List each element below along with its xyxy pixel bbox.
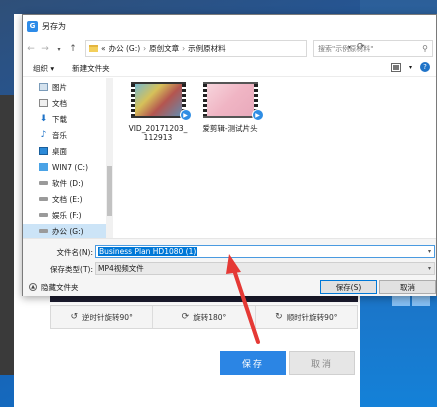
- dialog-titlebar[interactable]: G 另存为: [23, 15, 436, 37]
- search-icon: ⚲: [422, 44, 428, 53]
- forward-arrow-icon[interactable]: →: [39, 44, 51, 54]
- desktop-icon: [39, 147, 48, 155]
- address-bar: ← → ▾ ↑ « 办公 (G:) › 原创文章 › 示例原材料 ▾ ⟳ 搜索"…: [23, 38, 436, 60]
- rotate-toolbar: ↺ 逆时针旋转90° ⟳ 旋转180° ↻ 顺时针旋转90°: [50, 305, 358, 329]
- change-view-icon[interactable]: [390, 62, 401, 72]
- filetype-row: 保存类型(T): MP4视频文件 ▾: [23, 262, 435, 276]
- nav-item-drive-c[interactable]: WIN7 (C:): [23, 160, 111, 174]
- nav-item-label: 办公 (G:): [52, 226, 84, 236]
- chevron-down-icon[interactable]: ▾: [428, 248, 431, 255]
- drive-icon: [39, 213, 48, 217]
- pictures-icon: [39, 83, 48, 91]
- navigation-pane: 图片 文档 ⬇ 下载 ♪ 音乐 桌面 WIN7 (C:) 软件 (D:) 文档 …: [23, 78, 113, 238]
- file-item[interactable]: ▶ 爱剪辑-测试片头: [195, 82, 265, 133]
- nav-item-documents[interactable]: 文档: [23, 96, 111, 110]
- chevron-down-icon[interactable]: ▾: [428, 265, 431, 272]
- nav-item-label: WIN7 (C:): [52, 162, 89, 172]
- nav-item-label: 图片: [52, 82, 67, 92]
- video-thumbnail: ▶: [130, 82, 192, 121]
- background-window-edge: [0, 95, 14, 375]
- filetype-value: MP4视频文件: [98, 264, 144, 273]
- save-as-dialog: G 另存为 ← → ▾ ↑ « 办公 (G:) › 原创文章 › 示例原材料 ▾…: [22, 14, 437, 296]
- drive-icon: [39, 197, 48, 201]
- hide-folders-label: 隐藏文件夹: [41, 282, 79, 292]
- rotate-cw-button[interactable]: ↻ 顺时针旋转90°: [256, 306, 357, 328]
- rotate-cw-icon: ↻: [275, 312, 283, 322]
- search-placeholder: 搜索"示例原材料": [318, 44, 374, 53]
- rotate-180-label: 旋转180°: [193, 312, 227, 322]
- nav-scrollbar[interactable]: [106, 78, 113, 238]
- dialog-title: 另存为: [42, 21, 66, 31]
- breadcrumb-item-materials[interactable]: 示例原材料: [188, 43, 226, 54]
- rotate-ccw-icon: ↺: [70, 312, 79, 322]
- new-folder-button[interactable]: 新建文件夹: [72, 63, 110, 74]
- video-badge-icon: ▶: [179, 109, 192, 121]
- folder-icon: [89, 45, 98, 52]
- view-dropdown-icon[interactable]: ▾: [409, 64, 412, 71]
- nav-item-label: 下载: [52, 114, 67, 124]
- rotate-ccw-button[interactable]: ↺ 逆时针旋转90°: [51, 306, 154, 328]
- nav-item-drive-e[interactable]: 文档 (E:): [23, 192, 111, 206]
- nav-item-label: 娱乐 (F:): [52, 210, 82, 220]
- filename-value: Business Plan HD1080 (1): [98, 247, 198, 256]
- export-save-button[interactable]: 保存: [220, 351, 286, 375]
- filename-row: 文件名(N): Business Plan HD1080 (1) ▾: [23, 245, 435, 259]
- nav-item-label: 音乐: [52, 130, 67, 140]
- nav-item-downloads[interactable]: ⬇ 下载: [23, 112, 111, 126]
- breadcrumb-item-drive[interactable]: 办公 (G:): [109, 43, 141, 54]
- rotate-180-button[interactable]: ⟳ 旋转180°: [153, 306, 256, 328]
- rotate-ccw-label: 逆时针旋转90°: [82, 312, 133, 322]
- recent-dropdown-icon[interactable]: ▾: [53, 46, 65, 53]
- nav-item-drive-g[interactable]: 办公 (G:): [23, 224, 111, 238]
- drive-icon: [39, 229, 48, 233]
- dialog-toolbar: 组织 ▾ 新建文件夹 ▾ ?: [23, 60, 436, 77]
- video-thumbnail: ▶: [202, 82, 264, 121]
- save-form: 文件名(N): Business Plan HD1080 (1) ▾ 保存类型(…: [23, 238, 436, 278]
- drive-icon: [39, 181, 48, 185]
- hide-folders-toggle[interactable]: ▲ 隐藏文件夹: [29, 282, 79, 293]
- nav-item-music[interactable]: ♪ 音乐: [23, 128, 111, 142]
- filetype-select[interactable]: MP4视频文件 ▾: [95, 262, 435, 275]
- nav-item-label: 桌面: [52, 146, 67, 156]
- nav-scrollbar-thumb[interactable]: [107, 166, 112, 216]
- music-icon: ♪: [40, 130, 47, 140]
- rotate-cw-label: 顺时针旋转90°: [286, 312, 338, 322]
- nav-item-drive-f[interactable]: 娱乐 (F:): [23, 208, 111, 222]
- help-icon[interactable]: ?: [420, 62, 430, 72]
- rotate-180-icon: ⟳: [181, 312, 190, 322]
- organize-menu-button[interactable]: 组织 ▾: [33, 63, 54, 74]
- nav-item-label: 文档: [52, 98, 67, 108]
- app-icon: G: [27, 20, 38, 32]
- save-button[interactable]: 保存(S): [320, 280, 377, 294]
- nav-item-drive-d[interactable]: 软件 (D:): [23, 176, 111, 190]
- dialog-footer: ▲ 隐藏文件夹 保存(S) 取消: [23, 278, 436, 296]
- nav-item-pictures[interactable]: 图片: [23, 80, 111, 94]
- back-arrow-icon[interactable]: ←: [25, 44, 37, 54]
- file-item[interactable]: ▶ VID_20171203_ 112913: [123, 82, 193, 142]
- windows-drive-icon: [39, 163, 48, 171]
- export-cancel-button[interactable]: 取消: [289, 351, 355, 375]
- nav-item-label: 软件 (D:): [52, 178, 84, 188]
- video-badge-icon: ▶: [251, 109, 264, 121]
- filename-label: 文件名(N):: [56, 247, 94, 257]
- file-name: VID_20171203_ 112913: [128, 124, 188, 142]
- file-list: ▶ VID_20171203_ 112913 ▶ 爱剪辑-测试片头: [115, 78, 433, 238]
- up-arrow-icon[interactable]: ↑: [67, 44, 79, 54]
- search-input[interactable]: 搜索"示例原材料" ⚲: [313, 40, 433, 57]
- chevron-right-icon: ›: [182, 44, 186, 53]
- breadcrumb-item-articles[interactable]: 原创文章: [149, 43, 179, 54]
- nav-item-label: 文档 (E:): [52, 194, 83, 204]
- filetype-label: 保存类型(T):: [50, 264, 93, 274]
- cancel-button[interactable]: 取消: [379, 280, 436, 294]
- documents-icon: [39, 99, 48, 107]
- chevron-right-icon: ›: [143, 44, 147, 53]
- filename-input[interactable]: Business Plan HD1080 (1) ▾: [95, 245, 435, 258]
- nav-item-desktop[interactable]: 桌面: [23, 144, 111, 158]
- file-name: 爱剪辑-测试片头: [202, 124, 258, 133]
- chevron-up-icon: ▲: [29, 283, 37, 291]
- breadcrumb-overflow[interactable]: «: [101, 44, 106, 53]
- download-icon: ⬇: [39, 114, 48, 124]
- breadcrumb[interactable]: « 办公 (G:) › 原创文章 › 示例原材料: [85, 40, 307, 57]
